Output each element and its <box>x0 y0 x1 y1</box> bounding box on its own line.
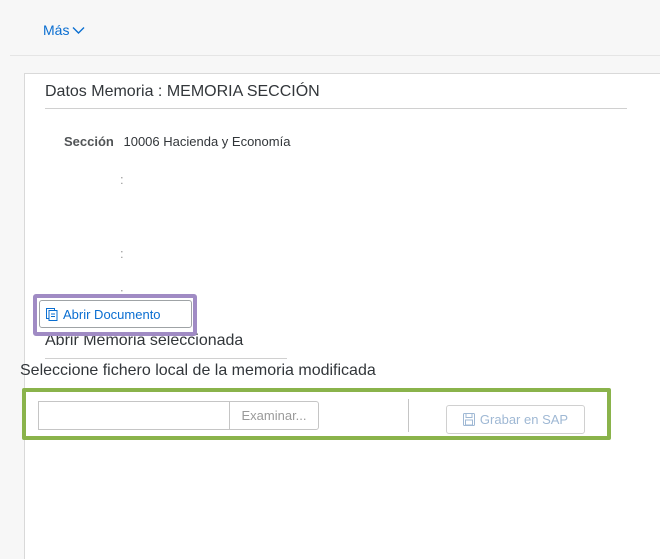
upload-section-title: Seleccione fichero local de la memoria m… <box>20 362 376 379</box>
open-document-button[interactable]: Abrir Documento <box>39 300 192 328</box>
more-menu-label: Más <box>43 22 70 38</box>
section-field-value: 10006 Hacienda y Economía <box>123 134 291 149</box>
save-icon <box>462 413 475 426</box>
open-document-label: Abrir Documento <box>63 306 161 322</box>
document-icon <box>46 307 58 321</box>
chevron-down-icon <box>72 26 85 34</box>
section-field-label: Sección <box>64 134 114 149</box>
section-field-row: Sección 10006 Hacienda y Economía <box>64 134 290 149</box>
divider <box>408 399 409 432</box>
memoria-section-title: Datos Memoria : MEMORIA SECCIÓN <box>45 83 627 109</box>
save-to-sap-button[interactable]: Grabar en SAP <box>446 405 585 434</box>
top-toolbar: Más <box>10 0 660 56</box>
more-menu-button[interactable]: Más <box>43 22 85 38</box>
empty-field-separator: : <box>120 246 124 261</box>
open-memoria-title: Abrir Memoria seleccionada <box>45 332 287 359</box>
file-path-input[interactable] <box>38 401 230 430</box>
browse-button[interactable]: Examinar... <box>229 401 319 430</box>
save-to-sap-label: Grabar en SAP <box>479 412 569 427</box>
empty-field-separator: : <box>120 172 124 187</box>
